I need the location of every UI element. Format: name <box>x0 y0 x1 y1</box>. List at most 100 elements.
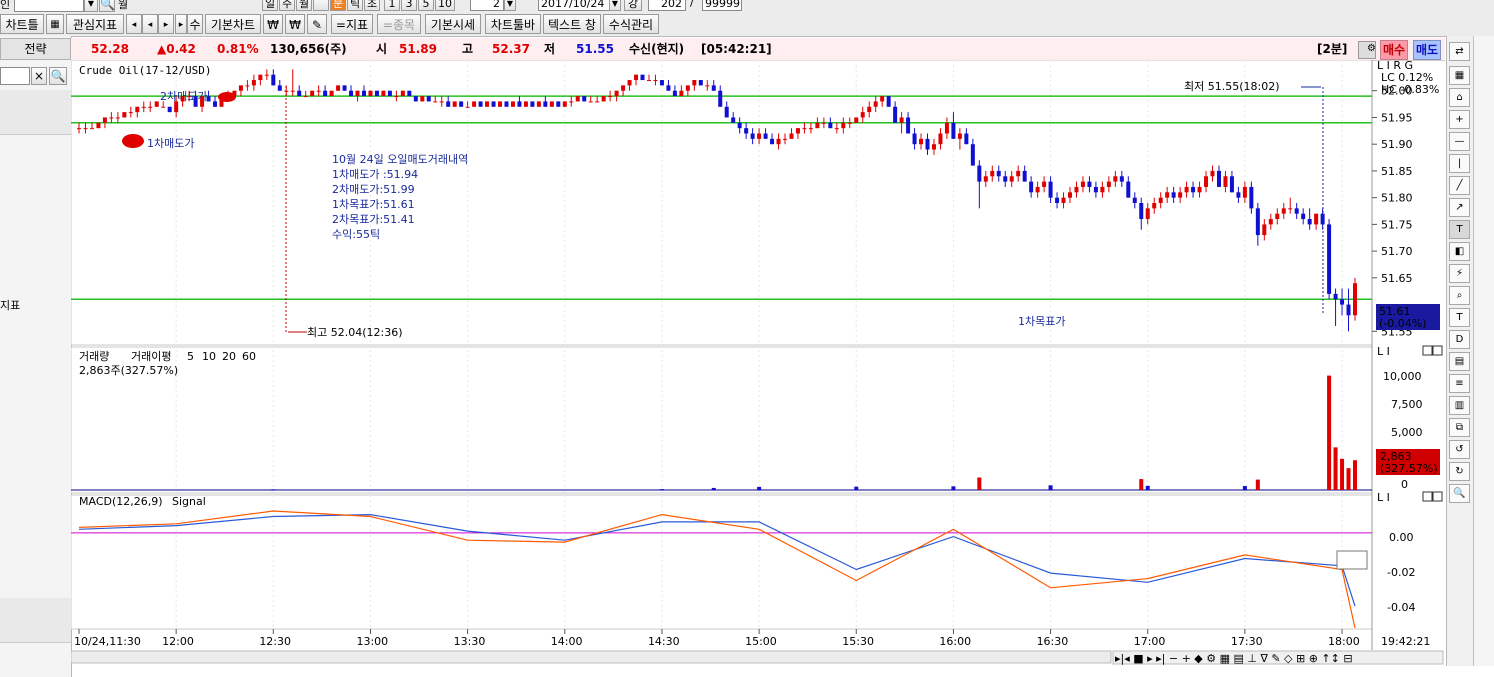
gang-button[interactable]: 강 <box>624 0 642 11</box>
candle-body <box>653 80 658 82</box>
horizontal-scrollbar[interactable] <box>71 650 1112 664</box>
prev-button[interactable]: ◂ <box>142 14 158 34</box>
list-tool[interactable]: ≡ <box>1449 374 1470 393</box>
last-price: 52.28 <box>91 42 129 56</box>
symbol-input[interactable] <box>14 0 84 12</box>
minimize-icon[interactable] <box>1422 491 1433 502</box>
vline-tool[interactable]: | <box>1449 154 1470 173</box>
search-button[interactable]: 🔍 <box>99 0 115 12</box>
doc-tool[interactable]: ▤ <box>1449 352 1470 371</box>
interval-input[interactable]: 2 <box>470 0 504 11</box>
candle-body <box>264 74 269 76</box>
close-icon[interactable] <box>1432 491 1443 502</box>
candle-body <box>608 96 613 98</box>
layer-tool[interactable]: ◧ <box>1449 242 1470 261</box>
chart-toolbar-button[interactable]: 차트툴바 <box>485 14 541 34</box>
period-blank-button[interactable] <box>313 0 329 11</box>
auto-tool[interactable]: ↗ <box>1449 198 1470 217</box>
candle-body <box>873 101 878 107</box>
period-tick-button[interactable]: 틱 <box>347 0 363 11</box>
strategy-search-input[interactable] <box>0 67 30 85</box>
home-tool[interactable]: ⌂ <box>1449 88 1470 107</box>
fib-tool[interactable]: ⚡ <box>1449 264 1470 283</box>
magnify-tool[interactable]: 🔍 <box>1449 484 1470 503</box>
text-tool[interactable]: T <box>1449 220 1470 239</box>
buy-button[interactable]: 매수 <box>1380 40 1409 60</box>
date-input[interactable]: 2017/10/24 <box>538 0 610 11</box>
grid-icon-button[interactable]: ▦ <box>46 14 64 34</box>
volume-tick: 0 <box>1401 478 1408 491</box>
first-button[interactable]: ◂ <box>126 14 142 34</box>
signal-label: Signal <box>172 495 206 508</box>
crosshair-tool[interactable]: + <box>1449 110 1470 129</box>
redo-tool[interactable]: ↻ <box>1449 462 1470 481</box>
crosshair-icon: + <box>1455 114 1464 125</box>
candle-body <box>795 128 800 134</box>
grid-tool[interactable]: ▦ <box>1449 66 1470 85</box>
sell-button[interactable]: 매도 <box>1413 40 1442 60</box>
count-input[interactable]: 202 <box>648 0 686 11</box>
minimize-icon[interactable] <box>1422 345 1433 356</box>
bars-tool[interactable]: ▥ <box>1449 396 1470 415</box>
candle-body <box>750 133 755 139</box>
won-button[interactable]: ₩ <box>285 14 305 34</box>
n1-button[interactable]: 1 <box>384 0 400 11</box>
w-icon-button[interactable]: ₩ <box>263 14 283 34</box>
candle-body <box>802 128 807 130</box>
period-week-button[interactable]: 주 <box>279 0 295 11</box>
price-tick-label: 51.95 <box>1381 111 1413 124</box>
period-sec-button[interactable]: 초 <box>364 0 380 11</box>
list-item[interactable] <box>0 620 71 643</box>
n3-button[interactable]: 3 <box>401 0 417 11</box>
jongmok-button[interactable]: =종목 <box>377 14 421 34</box>
last-button[interactable]: ▸ <box>175 14 187 34</box>
chart-frame-button[interactable]: 차트틀 <box>0 14 44 34</box>
candle-body <box>569 101 574 103</box>
settings-gear-button[interactable]: ⚙ <box>1358 41 1376 59</box>
d-tool[interactable]: D <box>1449 330 1470 349</box>
period-day-button[interactable]: 일 <box>262 0 278 11</box>
tools-button[interactable]: ✎ <box>307 14 327 34</box>
strategy-tab[interactable]: 전략 <box>0 38 71 60</box>
candle-body <box>906 117 911 134</box>
candle-body <box>407 90 412 97</box>
arrow-last-icon: ▸ <box>178 20 184 30</box>
home-icon: ⌂ <box>1456 92 1463 103</box>
clear-button[interactable]: × <box>31 67 47 85</box>
basic-quote-button[interactable]: 기본시세 <box>425 14 481 34</box>
n10-button[interactable]: 10 <box>435 0 455 11</box>
basic-chart-button[interactable]: 기본차트 <box>205 14 261 34</box>
text-window-button[interactable]: 텍스트 창 <box>543 14 601 34</box>
list-item[interactable] <box>0 112 71 135</box>
refresh-tool[interactable]: ⇄ <box>1449 42 1470 61</box>
trendline-tool[interactable]: ╱ <box>1449 176 1470 195</box>
zoom-tool[interactable]: ⌕ <box>1449 286 1470 305</box>
close-icon[interactable] <box>1432 345 1443 356</box>
indicator-button[interactable]: =지표 <box>331 14 373 34</box>
undo-tool[interactable]: ↺ <box>1449 440 1470 459</box>
open-price: 51.89 <box>399 42 437 56</box>
max-input[interactable]: 99999 <box>702 0 742 11</box>
split-tool[interactable]: ⧉ <box>1449 418 1470 437</box>
trendline-icon: ╱ <box>1456 180 1463 191</box>
period-min-button[interactable]: 분 <box>330 0 346 11</box>
candle-body <box>925 138 930 150</box>
interval-dropdown[interactable]: ▼ <box>504 0 516 11</box>
text-t-tool[interactable]: T <box>1449 308 1470 327</box>
hline-tool[interactable]: — <box>1449 132 1470 151</box>
su-button[interactable]: 수 <box>187 14 203 34</box>
interest-indicator-button[interactable]: 관심지표 <box>66 14 124 34</box>
candle-body <box>148 106 153 108</box>
won-icon: ₩ <box>267 18 279 32</box>
next-button[interactable]: ▸ <box>158 14 174 34</box>
list-item[interactable] <box>0 598 71 621</box>
chart-area[interactable]: 52.0051.9551.9051.8551.8051.7551.7051.65… <box>71 60 1445 666</box>
n5-button[interactable]: 5 <box>418 0 434 11</box>
formula-manager-button[interactable]: 수식관리 <box>603 14 659 34</box>
playback-controls-icon[interactable]: ▸|◂ ■ ▸ ▸| − + ◆ ⚙ ▦ ▤ ⊥ ∇ ✎ ◇ ⊞ ⊕ ↑↕ ⊟ <box>1115 652 1353 665</box>
date-dropdown[interactable]: ▼ <box>609 0 621 11</box>
period-month-button[interactable]: 월 <box>296 0 312 11</box>
symbol-dropdown-button[interactable]: ▼ <box>84 0 98 12</box>
search-button[interactable]: 🔍 <box>49 67 67 85</box>
list-item[interactable] <box>0 90 71 113</box>
